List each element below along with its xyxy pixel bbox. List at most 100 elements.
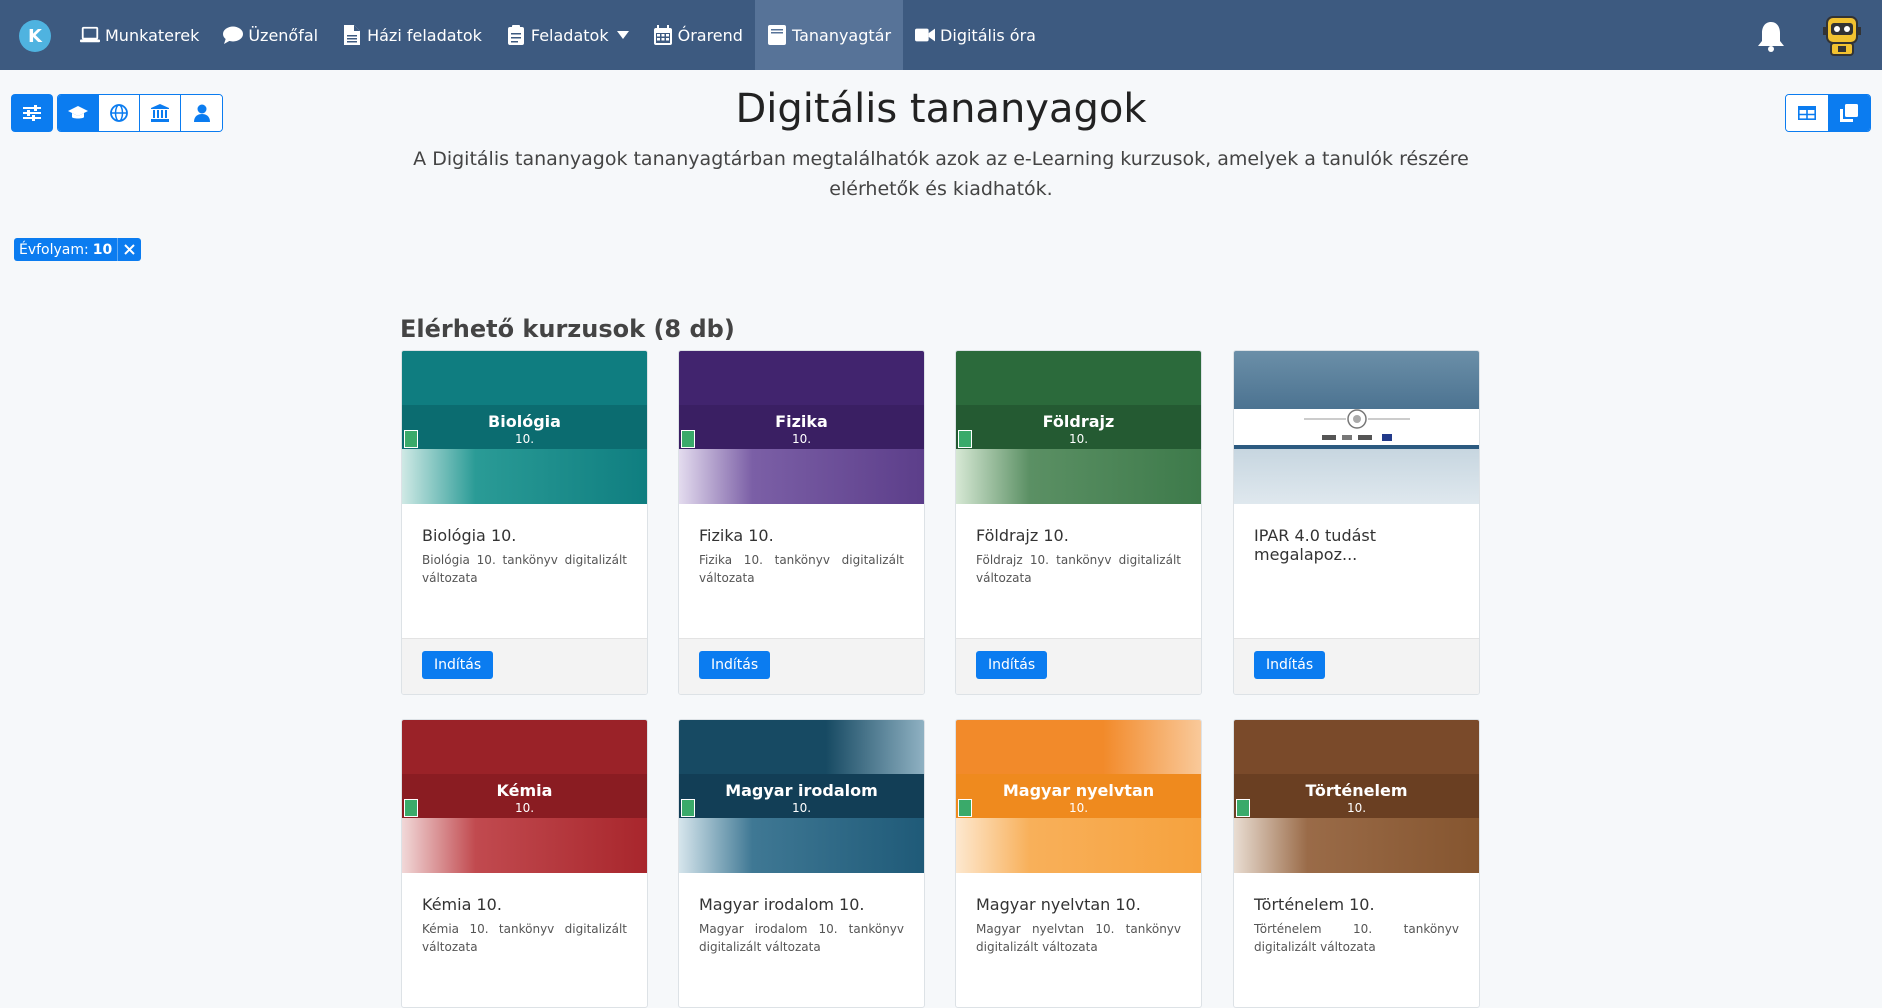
- thumb-grade: 10.: [1068, 432, 1089, 446]
- course-thumbnail: Magyar nyelvtan 10.: [956, 720, 1201, 873]
- thumb-title: Történelem: [1305, 781, 1408, 800]
- course-thumbnail: Magyar irodalom 10.: [679, 720, 924, 873]
- nav-item-munkaterek[interactable]: Munkaterek: [68, 0, 211, 70]
- laptop-icon: [80, 25, 100, 45]
- nav-label: Munkaterek: [105, 25, 200, 45]
- thumb-title: Magyar nyelvtan: [1002, 781, 1155, 800]
- course-title: Történelem 10.: [1254, 895, 1375, 914]
- publisher-badge: [404, 799, 418, 817]
- nav-item-tananyagtar[interactable]: Tananyagtár: [754, 0, 904, 70]
- start-button[interactable]: Indítás: [422, 651, 494, 679]
- course-thumbnail: Földrajz 10.: [956, 351, 1201, 504]
- thumb-top: [1234, 351, 1479, 409]
- thumb-top: [956, 720, 1201, 774]
- page-title: Digitális tananyagok: [735, 86, 1147, 132]
- course-description: Történelem 10. tankönyv digitalizált vál…: [1254, 922, 1459, 954]
- card-body: Magyar irodalom 10. Magyar irodalom 10. …: [679, 873, 924, 1007]
- card-body: Földrajz 10. Földrajz 10. tankönyv digit…: [956, 504, 1201, 638]
- card-body: IPAR 4.0 tudást megalapoz...: [1234, 504, 1479, 638]
- video-icon: [915, 25, 936, 45]
- course-description: Kémia 10. tankönyv digitalizált változat…: [422, 922, 627, 954]
- nav-item-feladatok[interactable]: Feladatok: [494, 0, 641, 70]
- top-navbar: K Munkaterek Üzenőfal Házi feladatok Fel…: [0, 0, 1882, 70]
- course-card: Történelem 10. Történelem 10. Történelem…: [1233, 719, 1480, 1008]
- thumb-grade: 10.: [514, 432, 535, 446]
- card-footer: Indítás: [1234, 638, 1479, 694]
- course-thumbnail: Biológia 10.: [402, 351, 647, 504]
- course-description: Magyar nyelvtan 10. tankönyv digitalizál…: [976, 922, 1181, 954]
- thumb-top: [679, 351, 924, 405]
- publisher-badge: [1236, 799, 1250, 817]
- thumb-band: Fizika 10.: [679, 405, 924, 449]
- bell-icon[interactable]: [1756, 20, 1786, 52]
- thumb-top: [1234, 720, 1479, 774]
- nav-menu: Munkaterek Üzenőfal Házi feladatok Felad…: [68, 0, 1048, 70]
- start-button[interactable]: Indítás: [699, 651, 771, 679]
- card-body: Kémia 10. Kémia 10. tankönyv digitalizál…: [402, 873, 647, 1007]
- thumb-top: [402, 720, 647, 774]
- publisher-badge: [958, 799, 972, 817]
- thumb-grade: 10.: [1068, 801, 1089, 815]
- thumb-top: [679, 720, 924, 774]
- app-logo[interactable]: K: [19, 20, 51, 52]
- nav-label: Tananyagtár: [791, 25, 892, 45]
- course-title: Kémia 10.: [422, 895, 502, 914]
- course-title: Magyar irodalom 10.: [699, 895, 865, 914]
- thumb-title: Magyar irodalom: [725, 781, 878, 800]
- thumb-title: Fizika: [775, 412, 828, 431]
- thumb-title: Földrajz: [1042, 412, 1115, 431]
- publisher-badge: [958, 430, 972, 448]
- course-title: Földrajz 10.: [976, 526, 1069, 545]
- thumb-grade: 10.: [1346, 801, 1367, 815]
- card-footer: Indítás: [956, 638, 1201, 694]
- thumb-bottom: [956, 449, 1201, 504]
- close-icon[interactable]: [117, 238, 141, 261]
- course-card: Kémia 10. Kémia 10. Kémia 10. tankönyv d…: [401, 719, 648, 1008]
- nav-label: Házi feladatok: [367, 25, 482, 45]
- course-description: Biológia 10. tankönyv digitalizált válto…: [422, 553, 627, 585]
- nav-item-digitalis-ora[interactable]: Digitális óra: [903, 0, 1048, 70]
- course-card: Magyar nyelvtan 10. Magyar nyelvtan 10. …: [955, 719, 1202, 1008]
- course-thumbnail: Fizika 10.: [679, 351, 924, 504]
- thumb-bottom: [402, 449, 647, 504]
- thumb-band: Kémia 10.: [402, 774, 647, 818]
- chip-value: 10: [92, 241, 113, 258]
- chip-label-wrap: Évfolyam: 10: [14, 238, 117, 261]
- thumb-bottom: [1234, 818, 1479, 873]
- nav-item-orarend[interactable]: Órarend: [641, 0, 755, 70]
- thumb-band: Történelem 10.: [1234, 774, 1479, 818]
- thumb-bottom: [679, 818, 924, 873]
- thumb-top: [956, 351, 1201, 405]
- nav-label: Feladatok: [530, 25, 609, 45]
- course-title: Fizika 10.: [699, 526, 774, 545]
- course-card: IPAR 4.0 tudást megalapoz... Indítás: [1233, 350, 1480, 695]
- thumb-grade: 10.: [791, 432, 812, 446]
- course-thumbnail: Történelem 10.: [1234, 720, 1479, 873]
- comment-icon: [223, 25, 244, 45]
- thumb-band: Biológia 10.: [402, 405, 647, 449]
- course-description: Magyar irodalom 10. tankönyv digitalizál…: [699, 922, 904, 954]
- chip-label: Évfolyam:: [19, 241, 89, 258]
- course-card: Fizika 10. Fizika 10. Fizika 10. tanköny…: [678, 350, 925, 695]
- thumb-title: Kémia: [496, 781, 553, 800]
- nav-item-uzenofal[interactable]: Üzenőfal: [211, 0, 330, 70]
- start-button[interactable]: Indítás: [976, 651, 1048, 679]
- card-body: Fizika 10. Fizika 10. tankönyv digitaliz…: [679, 504, 924, 638]
- course-title: Magyar nyelvtan 10.: [976, 895, 1141, 914]
- publisher-badge: [681, 799, 695, 817]
- nav-item-hazi-feladatok[interactable]: Házi feladatok: [330, 0, 494, 70]
- thumb-bottom: [956, 818, 1201, 873]
- start-button[interactable]: Indítás: [1254, 651, 1326, 679]
- file-icon: [342, 25, 362, 45]
- thumb-band: Magyar irodalom 10.: [679, 774, 924, 818]
- book-icon: [767, 25, 787, 45]
- avatar[interactable]: [1822, 15, 1862, 57]
- chevron-down-icon: [616, 31, 629, 39]
- thumb-bottom: [679, 449, 924, 504]
- thumb-grade: 10.: [791, 801, 812, 815]
- thumb-bottom: [1234, 449, 1479, 504]
- grade-filter-chip: Évfolyam: 10: [14, 238, 142, 261]
- card-body: Magyar nyelvtan 10. Magyar nyelvtan 10. …: [956, 873, 1201, 1007]
- thumb-top: [402, 351, 647, 405]
- course-thumbnail: Kémia 10.: [402, 720, 647, 873]
